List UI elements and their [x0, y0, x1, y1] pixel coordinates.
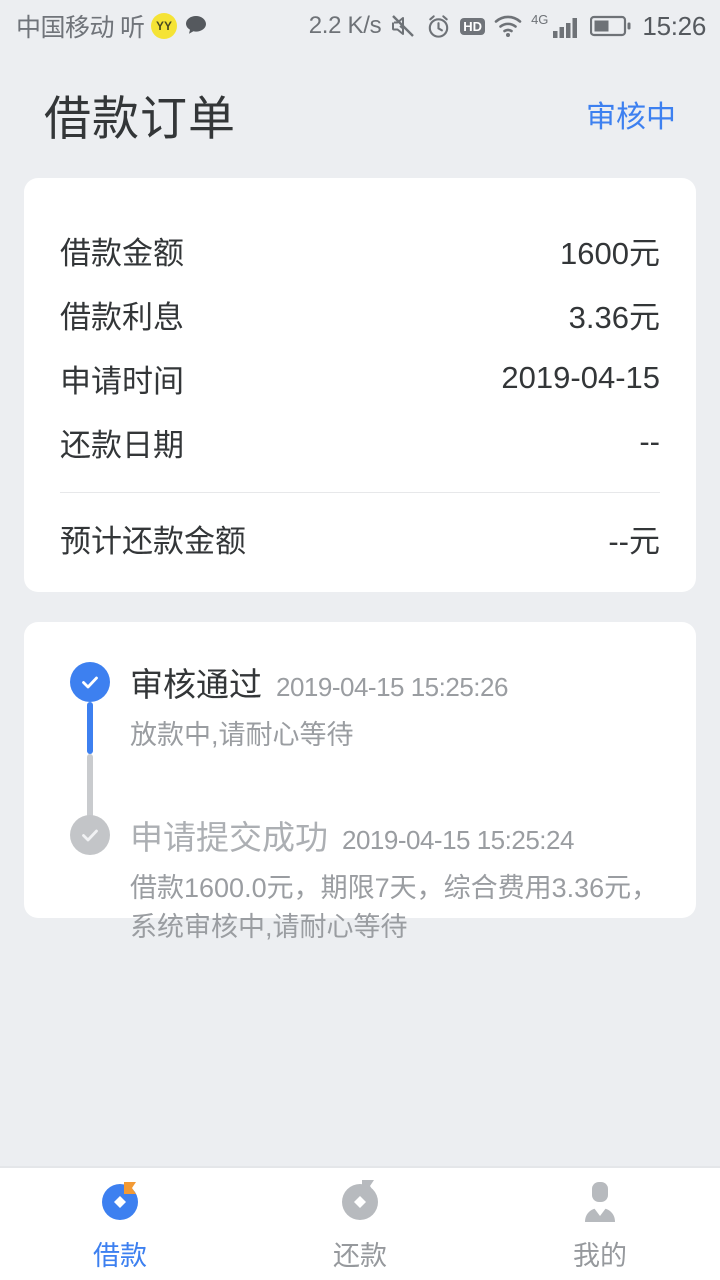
table-row-total: 预计还款金额 --元	[60, 507, 660, 569]
row-label-interest: 借款利息	[60, 299, 184, 335]
tab-loan[interactable]: 借款	[0, 1168, 240, 1280]
wifi-icon	[493, 13, 523, 39]
list-item: 审核通过 2019-04-15 15:25:26 放款中,请耐心等待	[54, 658, 666, 818]
order-status-badge[interactable]: 审核中	[586, 92, 676, 136]
page-title: 借款订单	[44, 91, 236, 145]
timeline-gutter	[54, 811, 130, 947]
tab-profile[interactable]: 我的	[480, 1168, 720, 1280]
section-divider	[60, 492, 660, 493]
network-speed-label: 2.2 K/s	[308, 12, 382, 39]
timeline-title-approved: 审核通过	[130, 666, 262, 703]
row-value-estimated-repayment: --元	[608, 523, 660, 559]
timeline-timestamp-submitted: 2019-04-15 15:25:24	[342, 825, 574, 856]
loan-icon	[94, 1176, 146, 1228]
timeline-desc-submitted: 借款1600.0元，期限7天，综合费用3.36元，系统审核中,请耐心等待	[130, 873, 659, 943]
timeline-connector-gray	[87, 754, 93, 818]
app-screen: 中国移动 听 YY 2.2 K/s HD 4G 15:26 借款订单 审核中 借…	[0, 0, 720, 1280]
bottom-tab-bar: 借款 还款 我的	[0, 1166, 720, 1280]
mute-icon	[389, 12, 417, 40]
table-row: 申请时间 2019-04-15	[60, 346, 660, 410]
page-header: 借款订单 审核中	[0, 52, 720, 176]
carrier-label: 中国移动	[16, 14, 115, 42]
timeline-title-submitted: 申请提交成功	[130, 819, 328, 857]
battery-icon	[590, 14, 632, 38]
repay-icon	[334, 1176, 386, 1228]
row-label-apply-date: 申请时间	[60, 363, 184, 399]
tab-label-loan: 借款	[93, 1240, 147, 1271]
hd-icon: HD	[460, 17, 486, 35]
row-value-loan-amount: 1600元	[560, 235, 660, 271]
status-bar: 中国移动 听 YY 2.2 K/s HD 4G 15:26	[0, 0, 720, 52]
table-row: 借款金额 1600元	[60, 218, 660, 282]
signal-generation-label: 4G	[531, 11, 549, 27]
row-value-interest: 3.36元	[568, 299, 660, 335]
yy-badge-icon: YY	[151, 13, 178, 39]
status-bar-left: 中国移动 听 YY	[16, 8, 209, 44]
clock-label: 15:26	[642, 10, 706, 41]
timeline-gutter	[54, 658, 130, 818]
timeline-head: 申请提交成功 2019-04-15 15:25:24	[130, 811, 666, 859]
detail-rows: 借款金额 1600元 借款利息 3.36元 申请时间 2019-04-15 还款…	[60, 178, 660, 569]
tab-repay[interactable]: 还款	[240, 1168, 480, 1280]
row-label-loan-amount: 借款金额	[60, 235, 184, 271]
tab-label-profile: 我的	[573, 1240, 627, 1271]
loan-detail-card: 借款金额 1600元 借款利息 3.36元 申请时间 2019-04-15 还款…	[24, 178, 696, 592]
user-profile-icon	[574, 1176, 626, 1228]
alarm-clock-icon	[425, 13, 452, 40]
timeline-timestamp-approved: 2019-04-15 15:25:26	[276, 672, 508, 702]
timeline-head: 审核通过 2019-04-15 15:25:26	[130, 658, 666, 706]
list-item: 申请提交成功 2019-04-15 15:25:24 借款1600.0元，期限7…	[54, 811, 666, 947]
signal-bars-icon	[552, 13, 582, 39]
row-value-apply-date: 2019-04-15	[501, 360, 660, 395]
order-timeline-card: 审核通过 2019-04-15 15:25:26 放款中,请耐心等待 申请提交成…	[24, 622, 696, 942]
table-row: 还款日期 --	[60, 410, 660, 474]
table-row: 借款利息 3.36元	[60, 282, 660, 346]
tab-label-repay: 还款	[333, 1240, 387, 1271]
row-label-estimated-repayment: 预计还款金额	[60, 523, 246, 559]
timeline-connector-blue	[87, 702, 93, 754]
status-bar-right: 2.2 K/s HD 4G 15:26	[308, 10, 707, 42]
row-value-repay-date: --	[639, 424, 660, 459]
timeline-desc-approved: 放款中,请耐心等待	[130, 720, 354, 750]
row-label-repay-date: 还款日期	[60, 427, 184, 463]
timeline-body: 申请提交成功 2019-04-15 15:25:24 借款1600.0元，期限7…	[130, 811, 666, 947]
timeline-body: 审核通过 2019-04-15 15:25:26 放款中,请耐心等待	[130, 658, 666, 755]
speech-bubble-icon	[183, 13, 209, 39]
timeline-check-icon-done	[70, 815, 110, 856]
timeline-check-icon-active	[70, 662, 110, 702]
ting-label: 听	[120, 14, 146, 42]
